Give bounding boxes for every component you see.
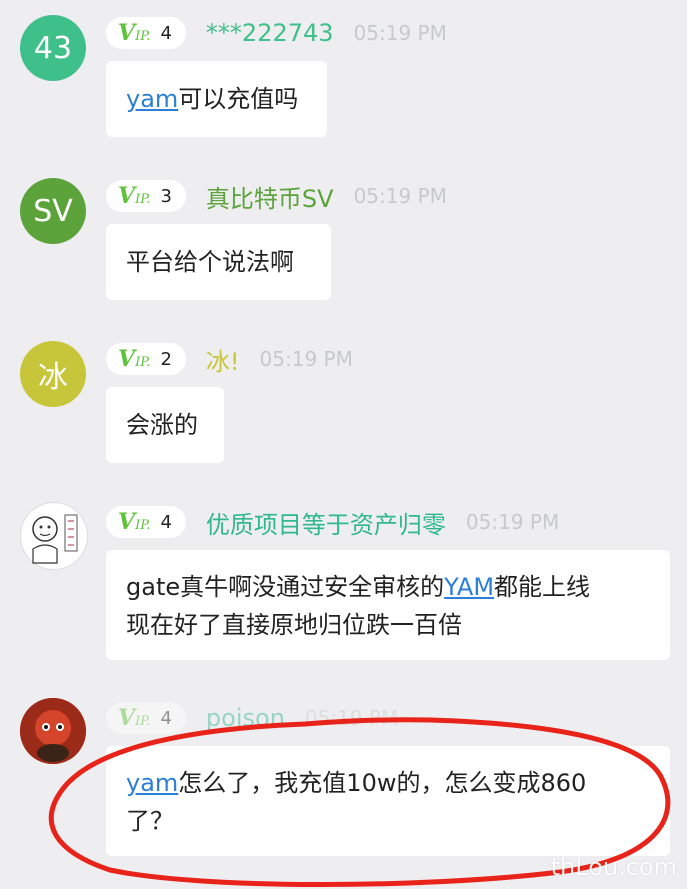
username[interactable]: ***222743 <box>206 19 334 47</box>
vip-badge: V IP. 4 <box>106 702 186 734</box>
message-bubble[interactable]: 平台给个说法啊 <box>106 224 331 300</box>
timestamp: 05:19 PM <box>259 347 353 371</box>
message-link[interactable]: yam <box>126 80 178 118</box>
watermark: thLou.com <box>550 853 677 881</box>
vip-badge: V IP. 4 <box>106 17 186 49</box>
timestamp: 05:19 PM <box>353 21 447 45</box>
message-header: V IP. 2 冰! 05:19 PM <box>106 342 353 376</box>
message-line-2: 现在好了直接原地归位跌一百倍 <box>126 611 462 639</box>
message-line-1: gate真牛啊没通过安全审核的YAM都能上线 <box>126 573 591 601</box>
vip-badge: V IP. 3 <box>106 180 186 212</box>
cartoon-character-icon <box>20 698 86 764</box>
message-header: V IP. 4 ***222743 05:19 PM <box>106 16 447 50</box>
avatar[interactable]: SV <box>20 178 86 244</box>
timestamp: 05:19 PM <box>353 184 447 208</box>
avatar[interactable]: 43 <box>20 15 86 81</box>
username[interactable]: 真比特币SV <box>206 179 334 214</box>
timestamp: 05:19 PM <box>304 706 399 730</box>
cartoon-face-icon <box>32 514 78 564</box>
message-link[interactable]: YAM <box>444 573 494 601</box>
message-header: V IP. 4 poison 05:19 PM <box>106 701 398 735</box>
message-header: V IP. 3 真比特币SV 05:19 PM <box>106 179 447 213</box>
message-header: V IP. 4 优质项目等于资产归零 05:19 PM <box>106 505 559 539</box>
message-bubble[interactable]: gate真牛啊没通过安全审核的YAM都能上线 现在好了直接原地归位跌一百倍 <box>106 550 670 660</box>
message-bubble[interactable]: yam 可以充值吗 <box>106 61 327 137</box>
message-link[interactable]: yam <box>126 769 178 797</box>
vip-badge: V IP. 2 <box>106 343 186 375</box>
message-text: 可以充值吗 <box>178 85 299 113</box>
timestamp: 05:19 PM <box>465 510 560 534</box>
avatar[interactable]: 冰 <box>20 341 86 407</box>
vip-badge: V IP. 4 <box>106 506 186 538</box>
username[interactable]: poison <box>206 704 285 732</box>
message-bubble[interactable]: yam怎么了，我充值10w的，怎么变成860 了？ <box>106 746 670 856</box>
message-line-2: 了？ <box>126 807 174 835</box>
avatar[interactable] <box>20 698 86 764</box>
message-line-1: yam怎么了，我充值10w的，怎么变成860 <box>126 769 587 797</box>
avatar[interactable] <box>20 502 88 570</box>
message-bubble[interactable]: 会涨的 <box>106 387 224 463</box>
username[interactable]: 冰! <box>206 342 240 377</box>
username[interactable]: 优质项目等于资产归零 <box>206 505 446 540</box>
